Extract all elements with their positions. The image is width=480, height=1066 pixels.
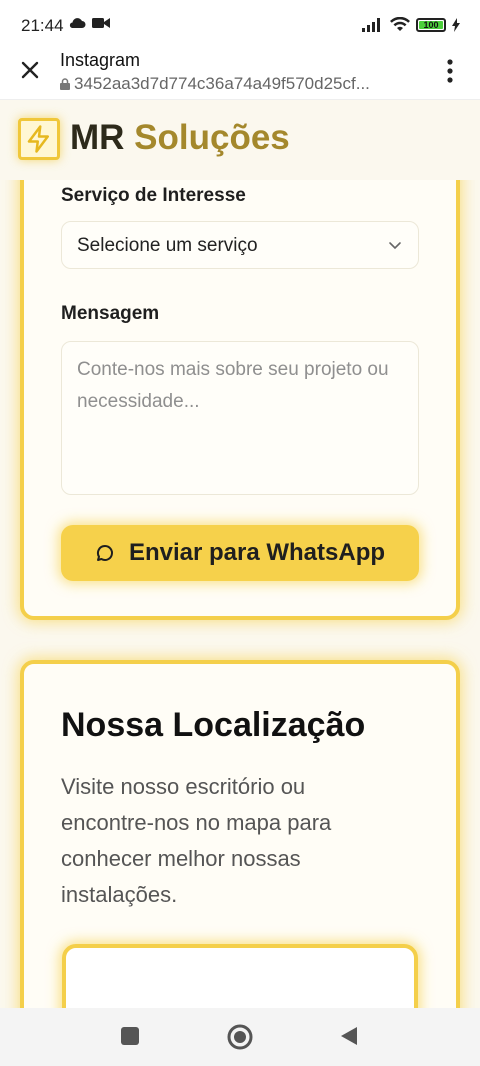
more-vert-icon[interactable] [440, 58, 460, 84]
brand-name[interactable]: MR Soluções [70, 118, 290, 158]
chat-icon [96, 544, 113, 561]
message-label: Mensagem [61, 303, 160, 324]
page-header: MR Soluções [0, 100, 480, 180]
service-label: Serviço de Interesse [61, 185, 246, 206]
logo[interactable] [18, 118, 60, 160]
location-description: Visite nosso escritório ou encontre-nos … [61, 774, 332, 907]
wifi-icon [390, 17, 410, 31]
service-select-value: Selecione um serviço [77, 235, 258, 256]
nav-back-icon[interactable] [340, 1026, 358, 1046]
lock-icon [60, 78, 70, 90]
browser-title: Instagram [60, 50, 141, 70]
nav-recents-icon[interactable] [120, 1026, 140, 1046]
lightning-icon [27, 125, 49, 153]
battery-level: 100 [423, 19, 439, 30]
location-title: Nossa Localização [61, 706, 366, 744]
close-icon[interactable] [18, 58, 42, 82]
nav-home-icon[interactable] [227, 1024, 253, 1050]
whatsapp-submit-button[interactable]: Enviar para WhatsApp [61, 525, 419, 581]
status-time: 21:44 [21, 16, 64, 35]
brand-second: Soluções [134, 118, 290, 157]
cloud-icon [69, 18, 86, 28]
url-text: 3452aa3d7d774c36a74a49f570d25cf... [74, 74, 370, 93]
chevron-down-icon [389, 242, 401, 250]
system-nav-bar [0, 1008, 480, 1066]
battery-icon: 100 [416, 17, 446, 32]
browser-url[interactable]: 3452aa3d7d774c36a74a49f570d25cf... [60, 74, 370, 94]
browser-bar: Instagram 3452aa3d7d774c36a74a49f570d25c… [0, 40, 480, 100]
message-textarea[interactable]: Conte-nos mais sobre seu projeto ou nece… [61, 341, 419, 495]
message-placeholder: Conte-nos mais sobre seu projeto ou nece… [77, 359, 389, 412]
signal-icon [362, 17, 380, 32]
charging-icon [452, 17, 460, 32]
submit-label: Enviar para WhatsApp [128, 539, 386, 566]
service-select[interactable]: Selecione um serviço [61, 221, 419, 269]
video-icon [92, 18, 110, 28]
brand-first: MR [70, 118, 125, 157]
